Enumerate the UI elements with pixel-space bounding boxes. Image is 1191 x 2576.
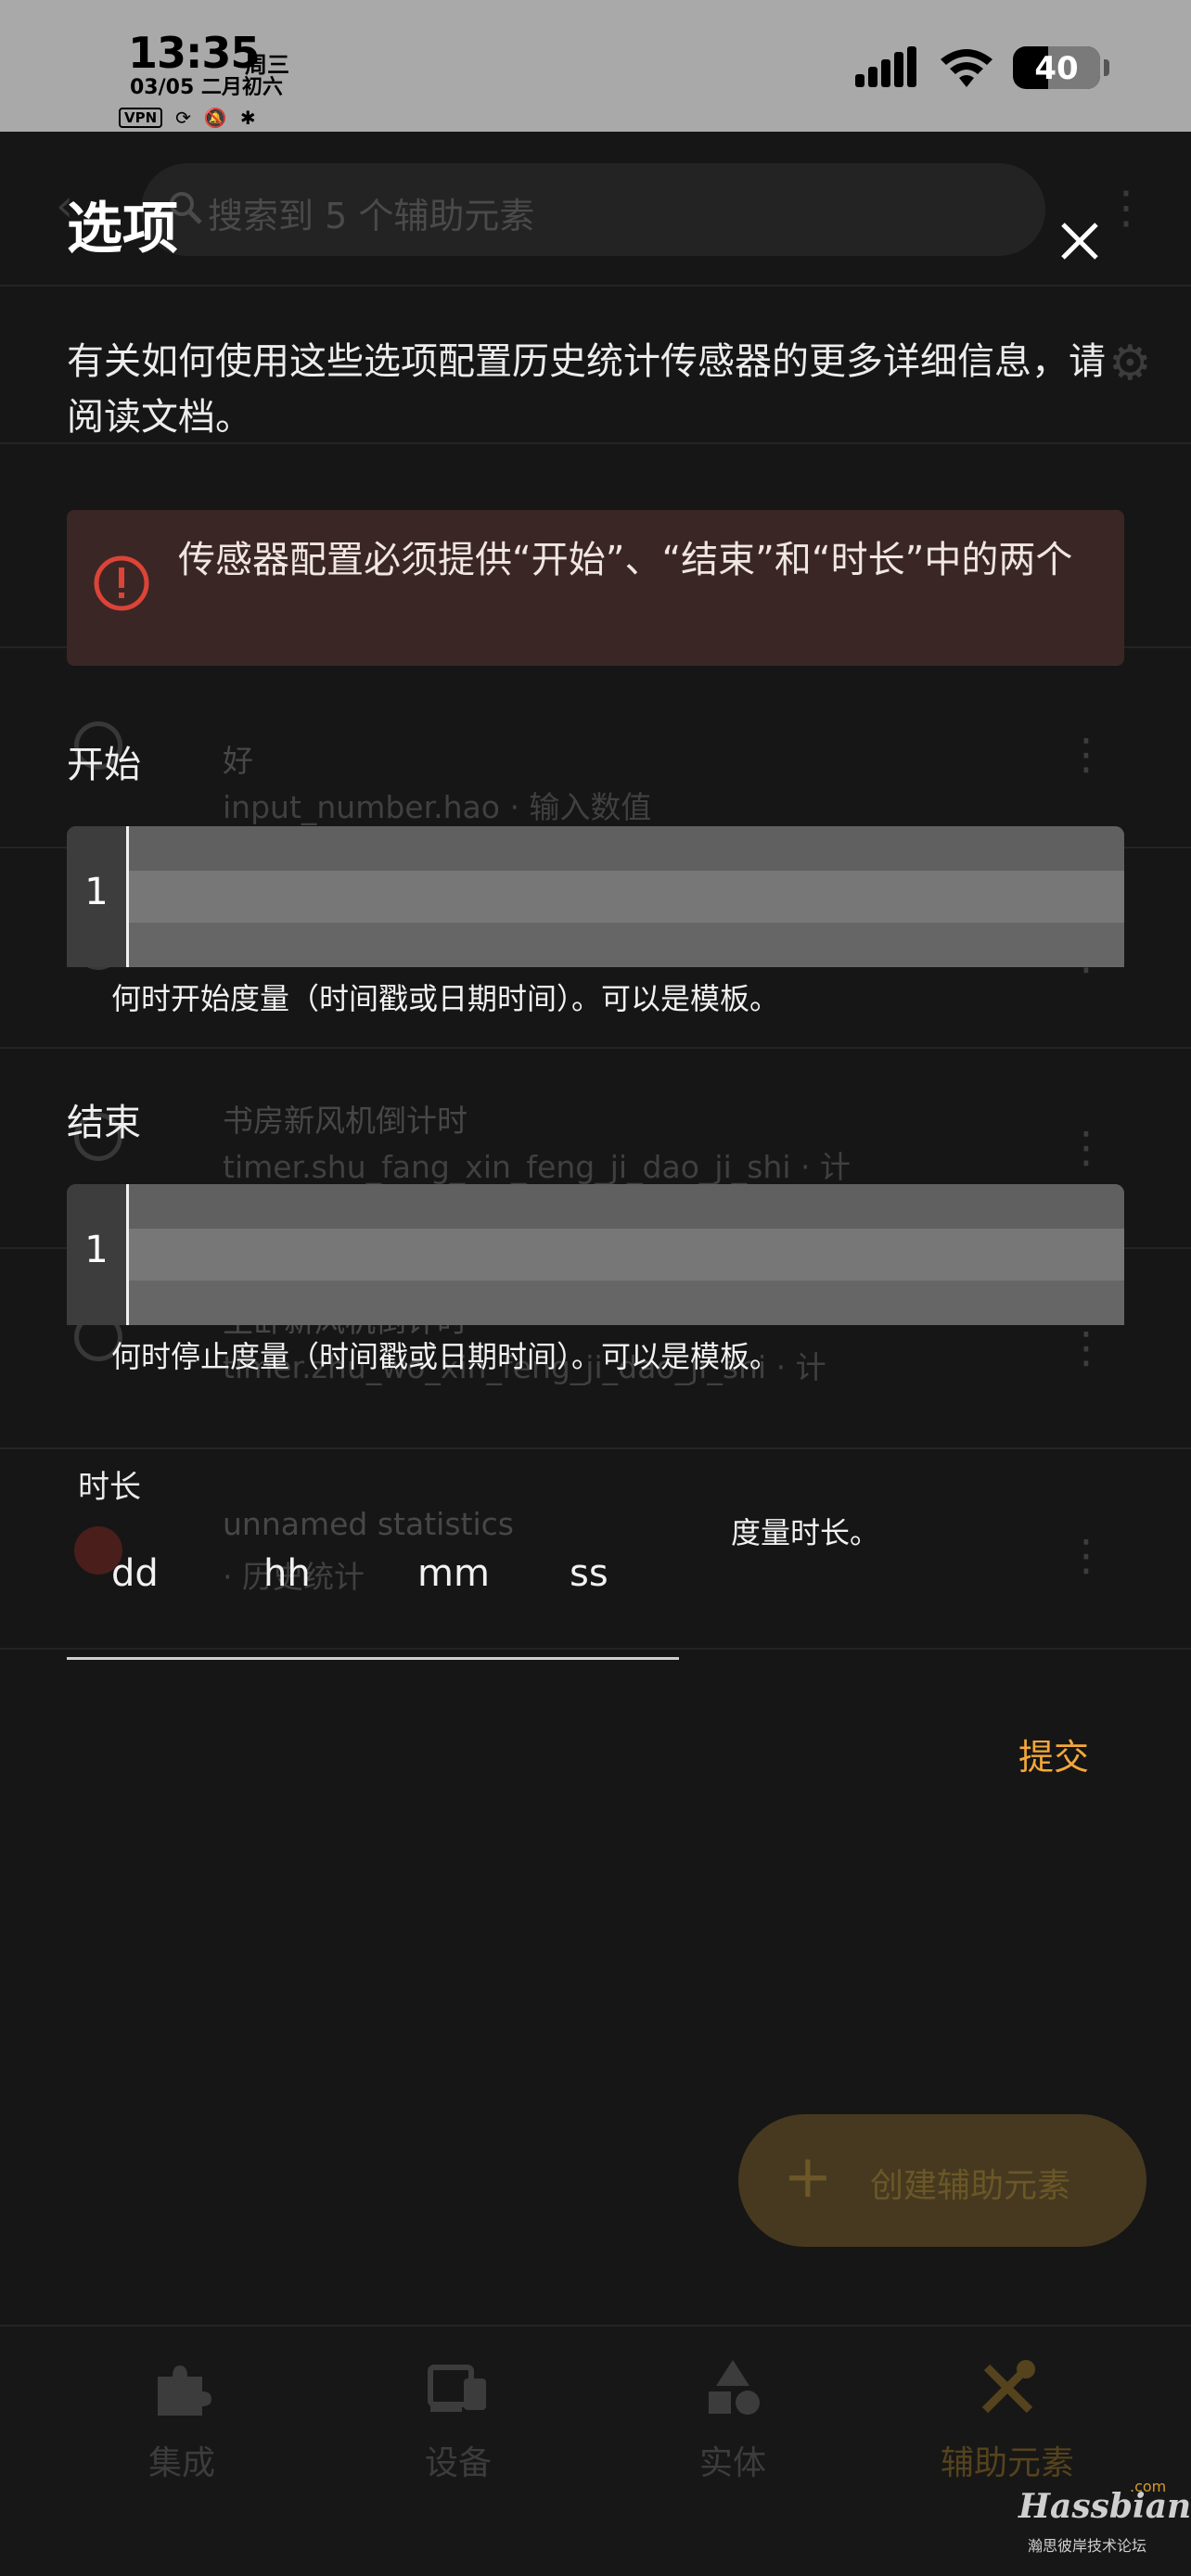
end-template-editor[interactable]: 1 [67, 1184, 1124, 1325]
alert-text: 传感器配置必须提供“开始”、“结束”和“时长”中的两个 [178, 539, 1073, 581]
duration-hours-field[interactable]: hh [263, 1552, 311, 1595]
dialog-title: 选项 [67, 197, 178, 261]
duration-helper-text: 度量时长。 [731, 1515, 880, 1550]
status-left-icons: VPN ⟳ 🔕 ✱ [119, 108, 256, 128]
nav-label: 辅助元素 [940, 2444, 1074, 2482]
duration-label: 时长 [78, 1469, 141, 1506]
editor-bg [129, 1184, 1124, 1229]
options-dialog: 选项 有关如何使用这些选项配置历史统计传感器的更多详细信息，请阅读文档。 传感器… [0, 132, 1191, 2193]
rotation-lock-icon: ⟳ [175, 107, 191, 129]
battery-tip [1104, 59, 1109, 76]
devices-icon [428, 2365, 486, 2412]
alert-circle-icon [94, 555, 149, 611]
editor-bg [129, 1281, 1124, 1325]
end-helper-text: 何时停止度量（时间戳或日期时间）。可以是模板。 [111, 1339, 780, 1374]
duration-input: dd hh mm ss [67, 1502, 679, 1660]
duration-seconds-field[interactable]: ss [570, 1552, 608, 1595]
nav-item-helpers[interactable]: 辅助元素 [868, 2327, 1146, 2512]
shapes-icon [709, 2360, 760, 2415]
nav-label: 集成 [147, 2444, 215, 2482]
cellular-signal-icon [855, 46, 916, 87]
close-icon[interactable] [1050, 211, 1109, 271]
start-label: 开始 [67, 744, 141, 786]
battery-percent: 40 [1034, 50, 1079, 87]
nav-label: 设备 [424, 2444, 492, 2482]
nav-item-devices[interactable]: 设备 [319, 2327, 597, 2512]
bottom-navigation: 集成 设备 实体 辅助元素 [0, 2325, 1191, 2576]
tools-icon [981, 2360, 1035, 2414]
editor-bg [129, 923, 1124, 967]
editor-bg [129, 826, 1124, 871]
line-number: 1 [84, 1229, 109, 1271]
mute-icon: 🔕 [203, 107, 227, 129]
end-label: 结束 [67, 1102, 141, 1144]
status-date: 03/05 二月初六 [130, 76, 283, 99]
puzzle-icon [158, 2366, 211, 2416]
bluetooth-icon: ✱ [239, 107, 256, 129]
editor-active-line [129, 1229, 1124, 1281]
vpn-icon: VPN [119, 108, 163, 128]
watermark-subtitle: 瀚思彼岸技术论坛 [1028, 2537, 1147, 2555]
wifi-icon [941, 49, 992, 87]
editor-active-line [129, 871, 1124, 923]
error-alert: 传感器配置必须提供“开始”、“结束”和“时长”中的两个 [67, 510, 1124, 666]
duration-minutes-field[interactable]: mm [417, 1552, 490, 1595]
nav-item-integrations[interactable]: 集成 [43, 2327, 321, 2512]
status-bar: 13:35 周三 03/05 二月初六 VPN ⟳ 🔕 ✱ 40 [0, 0, 1191, 132]
nav-label: 实体 [698, 2444, 766, 2482]
submit-button[interactable]: 提交 [1018, 1728, 1089, 1779]
duration-days-field[interactable]: dd [111, 1552, 159, 1595]
battery-icon: 40 [1013, 46, 1100, 89]
line-number: 1 [84, 871, 109, 913]
start-template-editor[interactable]: 1 [67, 826, 1124, 967]
nav-item-entities[interactable]: 实体 [594, 2327, 872, 2512]
watermark-com: .com [1130, 2478, 1167, 2495]
start-helper-text: 何时开始度量（时间戳或日期时间）。可以是模板。 [111, 981, 780, 1016]
dialog-description: 有关如何使用这些选项配置历史统计传感器的更多详细信息，请阅读文档。 [67, 340, 1106, 439]
